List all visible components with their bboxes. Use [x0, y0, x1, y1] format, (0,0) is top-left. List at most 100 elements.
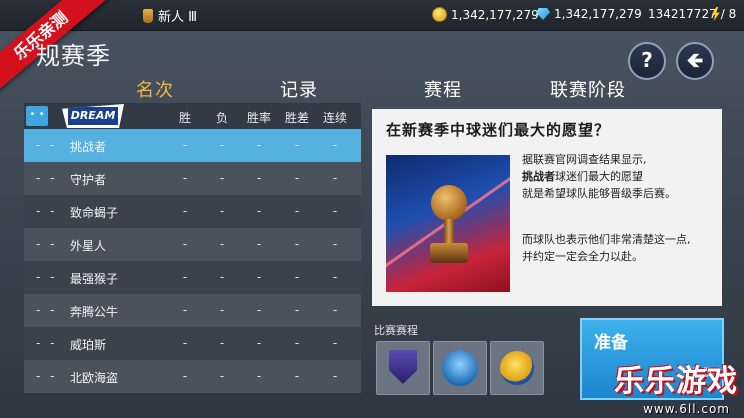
tab-records[interactable]: 记录 — [280, 76, 318, 102]
rank-display: 新人 Ⅲ — [143, 6, 197, 25]
trophy-ball-icon — [431, 185, 467, 221]
row-team-name: 致命蝎子 — [70, 206, 119, 220]
coin-counter: 1,342,177,279 — [432, 7, 539, 22]
watermark-text: 乐乐游戏 — [614, 364, 738, 399]
row-losses: - — [219, 270, 225, 284]
table-row[interactable]: - - 守护者 - - - - - — [24, 162, 361, 195]
table-row[interactable]: - - 奔腾公牛 - - - - - — [24, 294, 361, 327]
row-win-rate: - — [256, 303, 262, 317]
header-win-rate: 胜率 — [246, 111, 271, 125]
news-panel: 在新赛季中球迷们最大的愿望？ 据联赛官网调查结果显示, 挑战者球迷们最大的愿望 … — [372, 109, 722, 306]
coin-icon — [432, 7, 447, 22]
row-team-name: 守护者 — [70, 173, 107, 187]
table-row[interactable]: - - 威珀斯 - - - - - — [24, 327, 361, 360]
row-rank: - - — [36, 270, 58, 284]
row-rank: - - — [36, 138, 58, 152]
row-streak: - — [332, 270, 338, 284]
row-wins: - — [182, 336, 188, 350]
tab-league-stage[interactable]: 联赛阶段 — [550, 76, 626, 102]
row-rank: - - — [36, 336, 58, 350]
tab-standings[interactable]: 名次 — [136, 76, 174, 102]
row-streak: - — [332, 369, 338, 383]
row-streak: - — [332, 171, 338, 185]
row-win-rate: - — [256, 138, 262, 152]
highlight-team: 挑战者 — [522, 170, 555, 183]
row-team-name: 威珀斯 — [70, 338, 107, 352]
row-games-behind: - — [294, 336, 300, 350]
row-win-rate: - — [256, 369, 262, 383]
row-games-behind: - — [294, 270, 300, 284]
news-paragraph-1: 据联赛官网调查结果显示, 挑战者球迷们最大的愿望 就是希望球队能够晋级季后赛。 — [522, 153, 676, 200]
row-team-name: 北欧海盗 — [70, 371, 119, 385]
gem-icon — [536, 8, 550, 20]
row-rank: - - — [36, 171, 58, 185]
row-losses: - — [219, 204, 225, 218]
row-streak: - — [332, 237, 338, 251]
row-streak: - — [332, 138, 338, 152]
row-streak: - — [332, 336, 338, 350]
energy-value: 134217727 — [648, 7, 717, 21]
row-team-name: 最强猴子 — [70, 272, 119, 286]
row-games-behind: - — [294, 303, 300, 317]
news-title: 在新赛季中球迷们最大的愿望？ — [386, 121, 611, 139]
page-title: 规赛季 — [36, 42, 111, 70]
trophy-image — [386, 155, 510, 292]
row-team-name: 外星人 — [70, 239, 107, 253]
table-row[interactable]: - - 北欧海盗 - - - - - — [24, 360, 361, 393]
table-row[interactable]: - - 最强猴子 - - - - - — [24, 261, 361, 294]
team-logo: DREAM — [62, 104, 124, 128]
schedule-team-2[interactable] — [433, 341, 487, 395]
help-button[interactable]: ? — [628, 42, 666, 80]
back-button[interactable]: 🡸 — [676, 42, 714, 80]
ready-label: 准备 — [594, 333, 628, 353]
cobra-logo-icon — [500, 351, 534, 385]
energy-max: / 8 — [720, 7, 737, 21]
row-team-name: 挑战者 — [70, 140, 107, 154]
energy-counter: 134217727 / 8 — [648, 7, 736, 21]
row-win-rate: - — [256, 237, 262, 251]
row-rank: - - — [36, 369, 58, 383]
row-games-behind: - — [294, 204, 300, 218]
row-losses: - — [219, 138, 225, 152]
back-arrow-icon: 🡸 — [686, 48, 704, 72]
standings-table: • • DREAM 胜 负 胜率 胜差 连续 - - 挑战者 - - - - -… — [24, 103, 361, 393]
rank-label: 新人 Ⅲ — [158, 10, 198, 25]
watermark-url: www.6ll.com — [643, 402, 730, 416]
shield-logo-icon — [389, 350, 417, 384]
row-losses: - — [219, 369, 225, 383]
row-games-behind: - — [294, 369, 300, 383]
row-losses: - — [219, 336, 225, 350]
table-row[interactable]: - - 致命蝎子 - - - - - — [24, 195, 361, 228]
row-wins: - — [182, 237, 188, 251]
row-games-behind: - — [294, 171, 300, 185]
row-win-rate: - — [256, 171, 262, 185]
schedule-team-3[interactable] — [490, 341, 544, 395]
row-wins: - — [182, 204, 188, 218]
row-team-name: 奔腾公牛 — [70, 305, 119, 319]
row-streak: - — [332, 303, 338, 317]
trophy-icon — [143, 8, 153, 23]
top-bar: 新人 Ⅲ 1,342,177,279 1,342,177,279 1342177… — [0, 0, 744, 31]
row-win-rate: - — [256, 270, 262, 284]
row-losses: - — [219, 171, 225, 185]
row-losses: - — [219, 237, 225, 251]
table-row[interactable]: - - 挑战者 - - - - - — [24, 129, 361, 162]
table-header: • • DREAM 胜 负 胜率 胜差 连续 — [24, 103, 361, 129]
row-games-behind: - — [294, 138, 300, 152]
tab-bar: 名次 记录 赛程 联赛阶段 — [0, 76, 744, 102]
table-row[interactable]: - - 外星人 - - - - - — [24, 228, 361, 261]
menu-dots-icon[interactable]: • • — [26, 106, 48, 126]
schedule-team-1[interactable] — [376, 341, 430, 395]
row-win-rate: - — [256, 336, 262, 350]
viking-logo-icon — [442, 350, 478, 386]
row-win-rate: - — [256, 204, 262, 218]
gem-value: 1,342,177,279 — [554, 7, 642, 21]
header-losses: 负 — [215, 111, 228, 125]
schedule-label: 比赛赛程 — [374, 324, 418, 337]
row-wins: - — [182, 369, 188, 383]
row-wins: - — [182, 270, 188, 284]
row-rank: - - — [36, 303, 58, 317]
row-streak: - — [332, 204, 338, 218]
tab-schedule[interactable]: 赛程 — [424, 76, 462, 102]
news-paragraph-2: 而球队也表示他们非常清楚这一点, 并约定一定会全力以赴。 — [522, 233, 691, 263]
